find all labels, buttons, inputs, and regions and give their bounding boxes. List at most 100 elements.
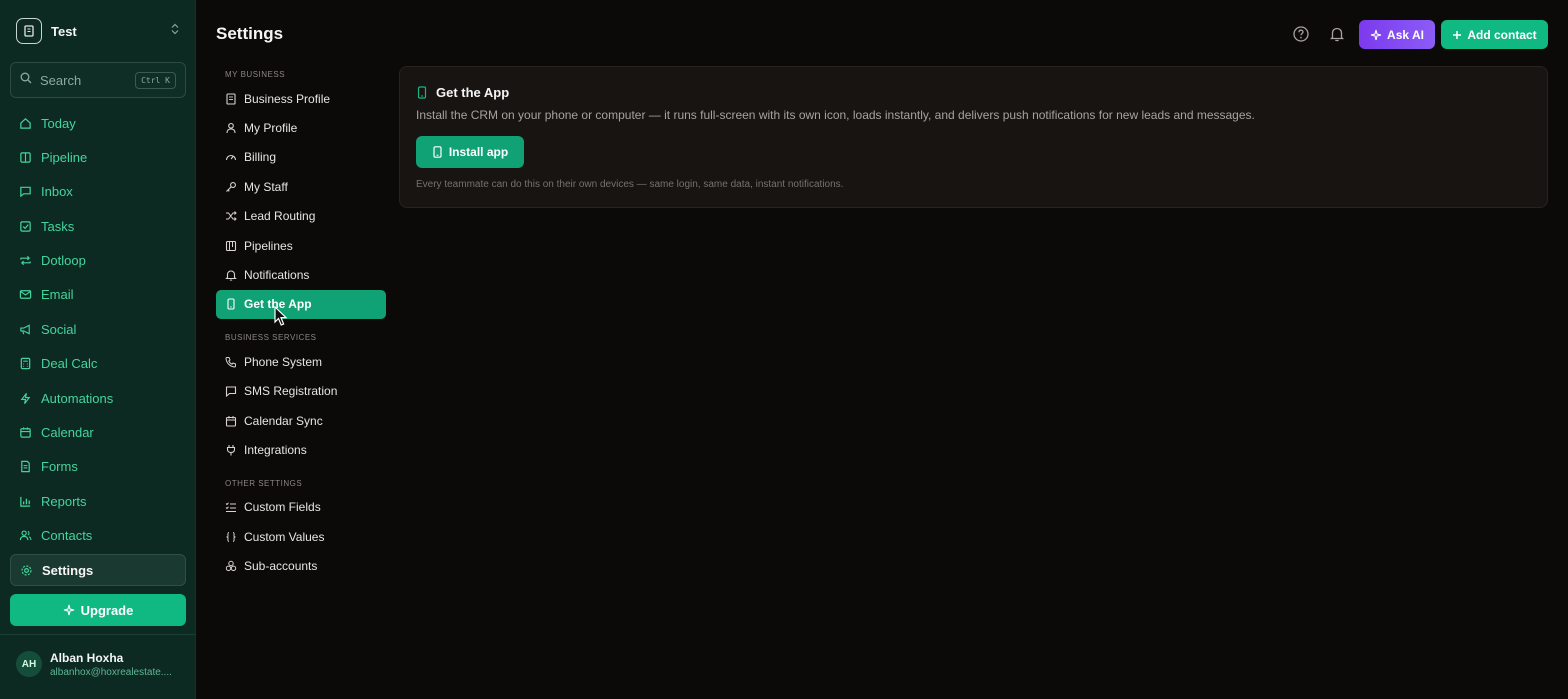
building-icon xyxy=(16,18,42,44)
settings-item-get-the-app[interactable]: Get the App xyxy=(216,289,386,320)
columns-icon xyxy=(225,240,237,251)
settings-nav: MY BUSINESS Business Profile My Profile … xyxy=(216,70,386,581)
ask-ai-button[interactable]: Ask AI xyxy=(1359,20,1435,49)
settings-item-calendar-sync[interactable]: Calendar Sync xyxy=(216,406,386,435)
nav-item-reports[interactable]: Reports xyxy=(10,485,186,517)
section-label-other-settings: OTHER SETTINGS xyxy=(225,478,303,488)
add-contact-button[interactable]: Add contact xyxy=(1441,20,1548,49)
settings-item-sms-registration[interactable]: SMS Registration xyxy=(216,377,386,406)
nav-item-dotloop[interactable]: Dotloop xyxy=(10,245,186,277)
settings-item-notifications[interactable]: Notifications xyxy=(216,260,386,289)
phone-icon xyxy=(227,298,235,310)
megaphone-icon xyxy=(20,324,30,335)
nav-label: Contacts xyxy=(41,528,93,544)
avatar: AH xyxy=(16,651,42,677)
section-label-business-services: BUSINESS SERVICES xyxy=(225,333,317,343)
nav-label: Deal Calc xyxy=(41,356,98,372)
nav-item-pipeline[interactable]: Pipeline xyxy=(10,141,186,173)
calculator-icon xyxy=(20,358,31,370)
card-header: Get the App xyxy=(416,85,509,100)
sparkles-icon xyxy=(1370,29,1382,40)
settings-item-label: Lead Routing xyxy=(244,209,316,224)
bar-chart-icon xyxy=(20,496,31,507)
settings-item-lead-routing[interactable]: Lead Routing xyxy=(216,202,386,231)
user-icon xyxy=(226,123,236,134)
nav-label: Email xyxy=(41,287,74,303)
search-icon xyxy=(20,71,32,89)
nav-item-inbox[interactable]: Inbox xyxy=(10,176,186,208)
settings-item-label: Pipelines xyxy=(244,238,293,253)
nav-item-social[interactable]: Social xyxy=(10,313,186,345)
settings-item-my-profile[interactable]: My Profile xyxy=(216,113,386,142)
workspace-name: Test xyxy=(51,23,77,39)
settings-item-custom-values[interactable]: Custom Values xyxy=(216,522,386,551)
chevron-up-down-icon xyxy=(170,22,180,40)
workspace-switcher[interactable]: Test xyxy=(16,18,180,44)
search-input[interactable]: Search Ctrl K xyxy=(10,62,186,98)
user-profile[interactable]: AH Alban Hoxha albanhox@hoxrealestate...… xyxy=(16,648,186,680)
building-icon xyxy=(226,93,236,105)
nav-label: Reports xyxy=(41,493,87,509)
nav-item-tasks[interactable]: Tasks xyxy=(10,210,186,242)
settings-item-label: Custom Values xyxy=(244,529,325,544)
nav-item-automations[interactable]: Automations xyxy=(10,382,186,414)
chat-icon xyxy=(20,186,31,198)
gauge-icon xyxy=(225,155,237,161)
shuffle-icon xyxy=(226,211,237,222)
nav-item-settings[interactable]: Settings xyxy=(10,554,186,587)
settings-item-label: Integrations xyxy=(244,442,307,457)
sidebar-divider xyxy=(0,634,196,635)
settings-item-label: Notifications xyxy=(244,268,310,283)
repeat-icon xyxy=(20,255,31,266)
settings-item-label: Sub-accounts xyxy=(244,559,318,574)
checkbox-icon xyxy=(20,220,31,232)
nav-item-calendar[interactable]: Calendar xyxy=(10,417,186,449)
user-name: Alban Hoxha xyxy=(50,650,124,665)
nav-item-email[interactable]: Email xyxy=(10,279,186,311)
upgrade-button[interactable]: Upgrade xyxy=(10,594,186,626)
network-icon xyxy=(225,560,237,572)
nav-label: Calendar xyxy=(41,425,94,441)
ask-ai-label: Ask AI xyxy=(1387,27,1424,42)
user-email: albanhox@hoxrealestate.... xyxy=(50,666,172,678)
settings-item-label: Calendar Sync xyxy=(244,413,323,428)
nav-item-deal-calc[interactable]: Deal Calc xyxy=(10,348,186,380)
settings-item-phone-system[interactable]: Phone System xyxy=(216,347,386,376)
nav-item-contacts[interactable]: Contacts xyxy=(10,520,186,552)
card-note: Every teammate can do this on their own … xyxy=(416,179,844,190)
help-icon[interactable] xyxy=(1292,25,1310,43)
section-label-my-business: MY BUSINESS xyxy=(225,70,286,79)
plug-icon xyxy=(226,444,236,456)
phone-icon xyxy=(417,86,427,99)
bell-icon[interactable] xyxy=(1328,25,1346,43)
gear-icon xyxy=(21,565,32,576)
settings-item-business-profile[interactable]: Business Profile xyxy=(216,84,386,113)
nav-label: Social xyxy=(41,321,77,337)
search-shortcut: Ctrl K xyxy=(135,71,176,89)
nav-label: Forms xyxy=(41,459,78,475)
settings-item-custom-fields[interactable]: Custom Fields xyxy=(216,493,386,522)
settings-item-my-staff[interactable]: My Staff xyxy=(216,172,386,201)
calendar-icon xyxy=(20,427,31,438)
nav-label: Today xyxy=(41,115,76,131)
nav-item-forms[interactable]: Forms xyxy=(10,451,186,483)
install-app-button[interactable]: Install app xyxy=(416,136,524,168)
settings-item-billing[interactable]: Billing xyxy=(216,143,386,172)
card-title: Get the App xyxy=(436,85,510,100)
mouse-cursor-icon xyxy=(274,306,288,326)
page-title: Settings xyxy=(216,24,284,43)
settings-item-sub-accounts[interactable]: Sub-accounts xyxy=(216,551,386,580)
settings-item-integrations[interactable]: Integrations xyxy=(216,435,386,464)
settings-item-pipelines[interactable]: Pipelines xyxy=(216,231,386,260)
braces-icon xyxy=(226,531,236,542)
list-checks-icon xyxy=(225,502,236,513)
settings-item-label: Business Profile xyxy=(244,91,331,106)
settings-item-label: Custom Fields xyxy=(244,500,321,515)
settings-item-label: Billing xyxy=(244,150,277,165)
settings-item-label: My Staff xyxy=(244,179,288,194)
upgrade-label: Upgrade xyxy=(80,602,134,618)
get-the-app-card: Get the App Install the CRM on your phon… xyxy=(399,66,1548,208)
file-icon xyxy=(21,461,30,473)
install-app-label: Install app xyxy=(448,145,509,159)
nav-item-today[interactable]: Today xyxy=(10,107,186,139)
